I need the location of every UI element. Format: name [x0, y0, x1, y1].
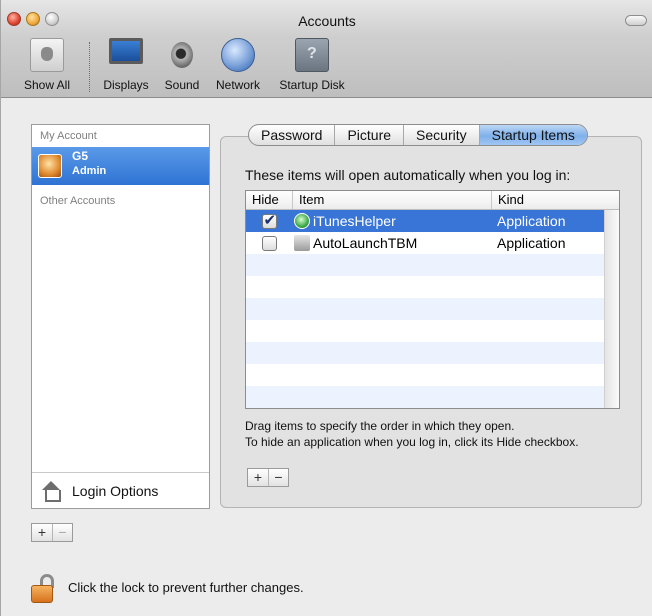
- toolbar-startup-disk[interactable]: Startup Disk: [273, 38, 351, 92]
- startup-intro-text: These items will open automatically when…: [245, 167, 571, 183]
- toolbar-displays[interactable]: Displays: [99, 38, 153, 92]
- toolbar-toggle-button[interactable]: [625, 15, 647, 26]
- empty-row: [246, 276, 619, 298]
- startup-items-table[interactable]: Hide Item Kind iTunesHelper Application …: [245, 190, 620, 409]
- sound-icon: [165, 38, 199, 72]
- startup-help-text: Drag items to specify the order in which…: [245, 418, 579, 450]
- user-picture-icon: [38, 154, 62, 178]
- add-account-button[interactable]: +: [32, 524, 52, 541]
- add-startup-item-button[interactable]: +: [248, 469, 268, 486]
- account-item-g5[interactable]: G5 Admin: [32, 147, 209, 185]
- itunes-helper-icon: [294, 213, 310, 229]
- tab-picture[interactable]: Picture: [334, 125, 403, 145]
- toolbar-label: Sound: [164, 78, 200, 92]
- toolbar-label: Show All: [23, 78, 71, 92]
- remove-startup-item-button[interactable]: −: [268, 469, 288, 486]
- network-icon: [221, 38, 255, 72]
- column-header-item[interactable]: Item: [292, 191, 491, 209]
- startup-add-remove: + −: [247, 468, 289, 487]
- item-kind: Application: [497, 235, 566, 251]
- table-rows: iTunesHelper Application AutoLaunchTBM A…: [246, 210, 619, 408]
- window-title: Accounts: [298, 13, 356, 29]
- toolbar-network[interactable]: Network: [211, 38, 265, 92]
- accounts-list[interactable]: My Account G5 Admin Other Accounts Login…: [31, 124, 210, 509]
- toolbar: Show All Displays Sound Network Startup …: [1, 36, 652, 98]
- item-kind: Application: [497, 213, 566, 229]
- show-all-icon: [30, 38, 64, 72]
- tab-security[interactable]: Security: [403, 125, 479, 145]
- toolbar-label: Startup Disk: [279, 78, 345, 92]
- login-options-label: Login Options: [72, 483, 159, 499]
- account-role: Admin: [72, 165, 107, 177]
- login-options-button[interactable]: Login Options: [32, 472, 209, 508]
- column-header-kind[interactable]: Kind: [491, 191, 604, 209]
- my-account-header: My Account: [40, 130, 97, 142]
- other-accounts-header: Other Accounts: [40, 195, 116, 207]
- empty-row: [246, 320, 619, 342]
- tab-password[interactable]: Password: [249, 125, 334, 145]
- remove-account-button[interactable]: −: [52, 524, 72, 541]
- toolbar-label: Displays: [103, 78, 149, 92]
- hide-checkbox[interactable]: [261, 211, 277, 229]
- displays-icon: [109, 38, 143, 64]
- house-icon: [40, 481, 62, 502]
- toolbar-separator: [89, 42, 90, 92]
- table-header: Hide Item Kind: [246, 191, 619, 210]
- help-line: To hide an application when you log in, …: [245, 435, 579, 449]
- empty-row: [246, 254, 619, 276]
- empty-row: [246, 298, 619, 320]
- lock-icon[interactable]: [31, 574, 55, 604]
- table-scrollbar[interactable]: [604, 210, 619, 408]
- startup-disk-icon: [295, 38, 329, 72]
- column-header-hide[interactable]: Hide: [246, 191, 292, 209]
- help-line: Drag items to specify the order in which…: [245, 419, 515, 433]
- hide-checkbox[interactable]: [261, 235, 277, 251]
- account-add-remove: + −: [31, 523, 73, 542]
- item-name: AutoLaunchTBM: [313, 235, 418, 251]
- toolbar-show-all[interactable]: Show All: [21, 38, 73, 92]
- toolbar-label: Network: [215, 78, 260, 92]
- tab-bar: Password Picture Security Startup Items: [248, 124, 588, 146]
- empty-row: [246, 364, 619, 386]
- account-name: G5: [72, 149, 89, 163]
- lock-message: Click the lock to prevent further change…: [68, 580, 304, 595]
- tab-startup-items[interactable]: Startup Items: [478, 125, 587, 145]
- table-row[interactable]: iTunesHelper Application: [246, 210, 619, 232]
- title-bar: Accounts: [1, 0, 652, 36]
- item-name: iTunesHelper: [313, 213, 396, 229]
- empty-row: [246, 386, 619, 408]
- accounts-window: Accounts Show All Displays Sound Network…: [0, 0, 652, 616]
- empty-row: [246, 342, 619, 364]
- table-row[interactable]: AutoLaunchTBM Application: [246, 232, 619, 254]
- toolbar-sound[interactable]: Sound: [161, 38, 203, 92]
- application-icon: [294, 235, 310, 251]
